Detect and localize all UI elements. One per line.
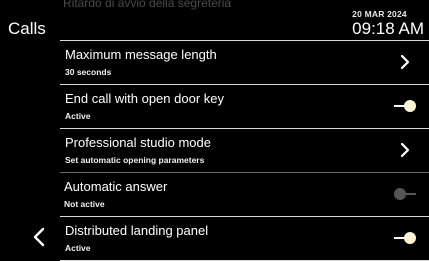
setting-title: Automatic answer: [64, 179, 168, 194]
setting-title: Maximum message length: [65, 47, 217, 62]
toggle-knob: [394, 188, 406, 200]
back-button[interactable]: [29, 224, 49, 250]
setting-maximum-message-length[interactable]: Maximum message length 30 seconds: [60, 40, 429, 85]
page-title: Calls: [8, 19, 46, 38]
scrolled-away-item-label: Ritardo di avvio della segreteria: [63, 0, 232, 10]
setting-end-call-open-door[interactable]: End call with open door key Active: [60, 85, 429, 129]
toggle-switch-on[interactable]: [394, 100, 416, 112]
setting-value: 30 seconds: [65, 67, 112, 77]
time-label: 09:18 AM: [352, 19, 424, 38]
setting-title: Distributed landing panel: [65, 223, 209, 238]
setting-value: Set automatic opening parameters: [65, 155, 205, 165]
setting-value: Not active: [64, 199, 105, 209]
setting-title: Professional studio mode: [65, 135, 211, 150]
chevron-left-icon: [33, 227, 45, 247]
settings-list: Maximum message length 30 seconds End ca…: [60, 40, 429, 261]
chevron-right-icon[interactable]: [399, 54, 411, 70]
setting-professional-studio-mode[interactable]: Professional studio mode Set automatic o…: [60, 129, 429, 173]
date-label: 20 MAR 2024: [352, 9, 407, 19]
toggle-knob: [404, 232, 416, 244]
setting-distributed-landing-panel[interactable]: Distributed landing panel Active: [60, 217, 429, 261]
datetime-display: 20 MAR 2024 09:18 AM: [352, 9, 424, 37]
setting-automatic-answer[interactable]: Automatic answer Not active: [60, 173, 429, 217]
toggle-switch-on[interactable]: [394, 232, 416, 244]
setting-value: Active: [65, 111, 91, 121]
setting-title: End call with open door key: [65, 91, 224, 106]
setting-value: Active: [65, 243, 91, 253]
toggle-switch-off[interactable]: [394, 188, 416, 200]
chevron-right-icon[interactable]: [399, 142, 411, 158]
toggle-knob: [404, 100, 416, 112]
